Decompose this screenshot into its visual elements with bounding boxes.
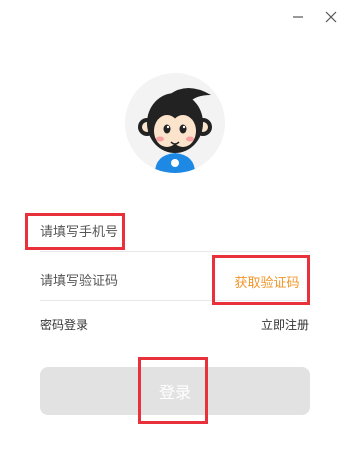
minimize-button[interactable] [287,6,309,28]
minimize-icon [293,16,303,18]
login-button[interactable]: 登录 [40,367,310,415]
get-code-button[interactable]: 获取验证码 [225,270,309,298]
phone-field [40,214,310,252]
verification-code-input[interactable] [40,262,210,300]
password-login-link[interactable]: 密码登录 [40,316,88,334]
monkey-mascot-icon [138,88,212,173]
register-link[interactable]: 立即注册 [261,316,309,334]
close-icon [325,11,337,23]
avatar [125,73,225,173]
close-button[interactable] [320,6,342,28]
phone-input[interactable] [40,214,210,251]
